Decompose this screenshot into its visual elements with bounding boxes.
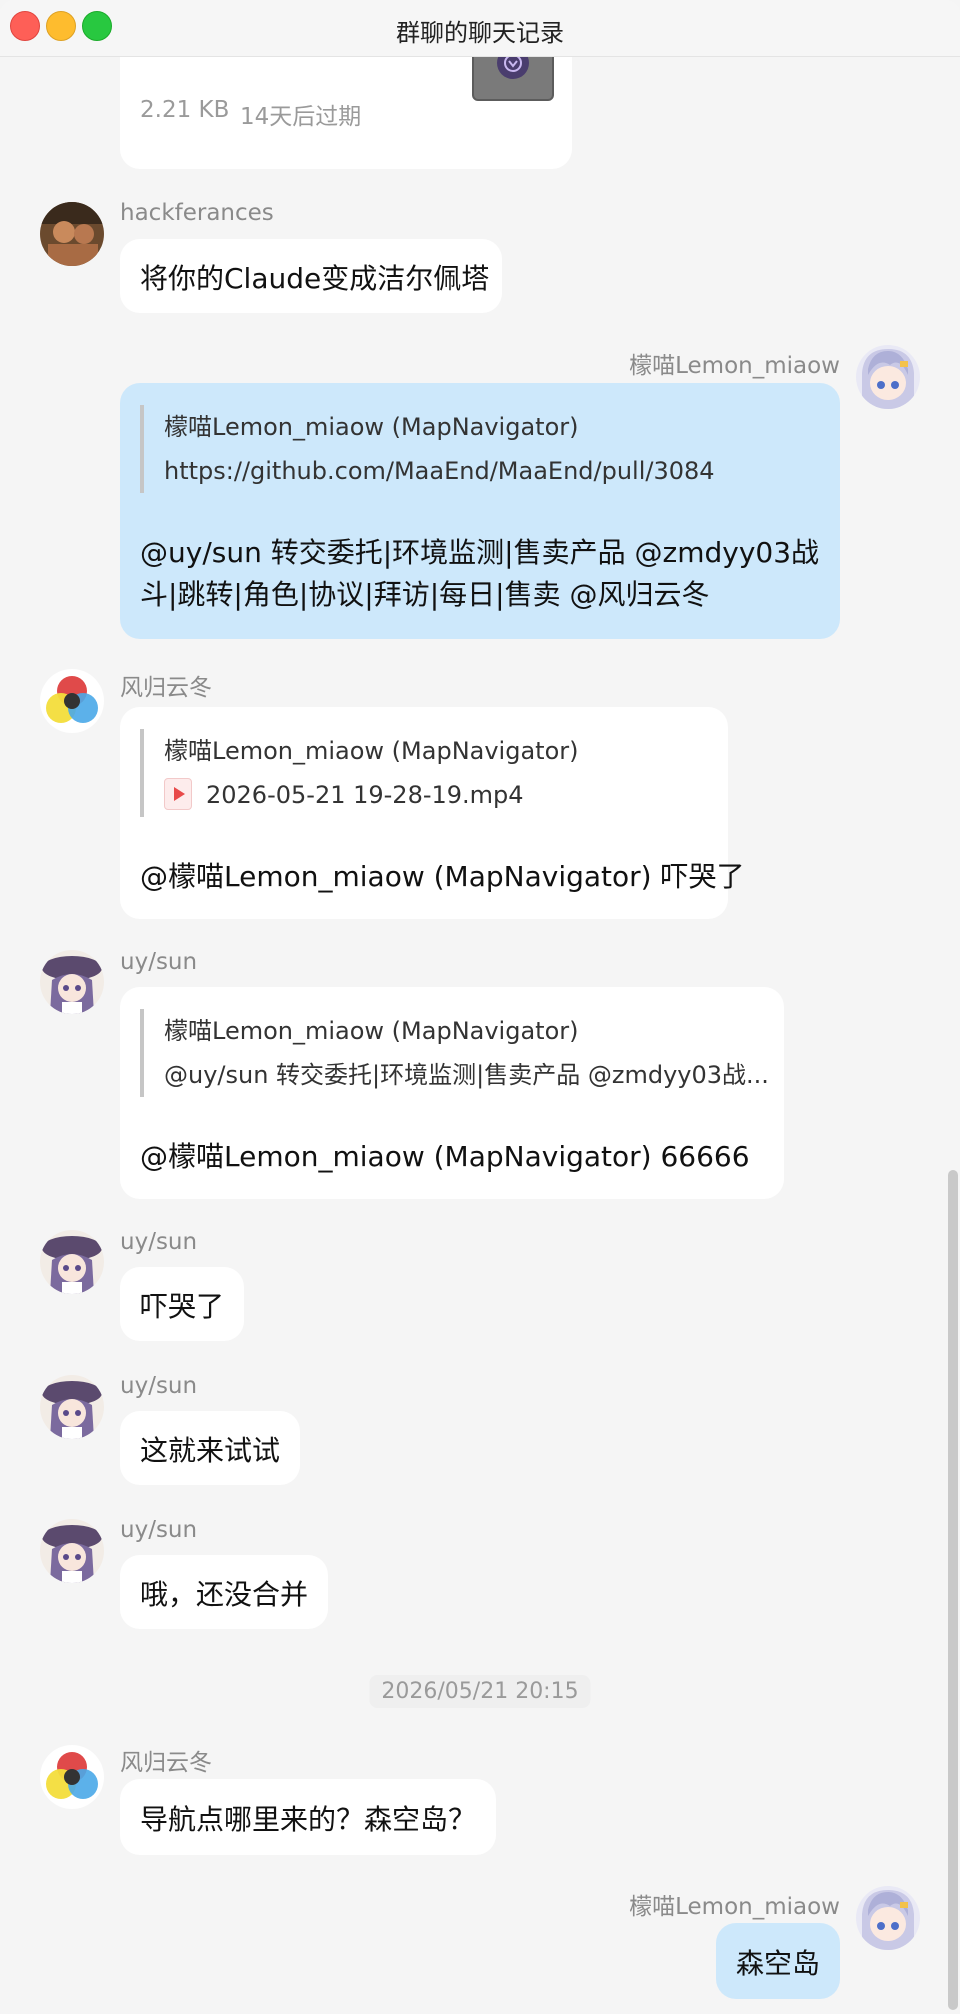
message-bubble[interactable]: 哦，还没合并 (120, 1555, 328, 1629)
scrollbar[interactable] (948, 1170, 958, 2010)
sender-name: hackferances (120, 200, 274, 226)
window-titlebar: 群聊的聊天记录 (0, 0, 960, 57)
window-title: 群聊的聊天记录 (396, 19, 564, 47)
message-text: 这就来试试 (140, 1434, 281, 1467)
avatar-hackferances[interactable] (40, 202, 104, 266)
message-bubble[interactable]: 檬喵Lemon_miaow (MapNavigator) https://git… (120, 383, 840, 639)
avatar-uy-sun[interactable] (40, 1230, 104, 1294)
quoted-video-file[interactable]: 2026-05-21 19-28-19.mp4 (164, 773, 579, 817)
sender-name: uy/sun (120, 949, 198, 975)
sender-name: 风归云冬 (120, 1750, 212, 1776)
quote-link[interactable]: https://github.com/MaaEnd/MaaEnd/pull/30… (164, 449, 715, 493)
message-text-line: 斗|跳转|角色|协议|拜访|每日|售卖 @风归云冬 (140, 578, 710, 611)
file-size: 2.21 KB (140, 97, 230, 123)
message-text: @檬喵Lemon_miaow (MapNavigator) 66666 (140, 1140, 750, 1173)
message-text: 吓哭了 (140, 1290, 225, 1323)
quote-author: 檬喵Lemon_miaow (MapNavigator) (164, 1017, 579, 1045)
file-expiry: 14天后过期 (240, 104, 362, 130)
message-bubble[interactable]: 这就来试试 (120, 1411, 300, 1485)
sender-name: 风归云冬 (120, 675, 212, 701)
video-file-icon (164, 778, 192, 810)
avatar-uy-sun[interactable] (40, 950, 104, 1014)
message-bubble[interactable]: 导航点哪里来的？森空岛？ (120, 1779, 496, 1855)
time-separator: 2026/05/21 20:15 (369, 1675, 591, 1708)
video-file-name: 2026-05-21 19-28-19.mp4 (206, 781, 524, 809)
message-text: 哦，还没合并 (140, 1578, 309, 1611)
message-bubble[interactable]: 森空岛 (716, 1923, 840, 1999)
avatar-fenggui-yundong[interactable] (40, 669, 104, 733)
message-text-line: @uy/sun 转交委托|环境监测|售卖产品 @zmdyy03战 (140, 536, 820, 569)
message-text: @檬喵Lemon_miaow (MapNavigator) 吓哭了 (140, 860, 745, 893)
message-bubble[interactable]: 吓哭了 (120, 1267, 244, 1341)
quoted-message[interactable]: 檬喵Lemon_miaow (MapNavigator) @uy/sun 转交委… (140, 1009, 769, 1097)
chat-history-list[interactable]: 2.21 KB 14天后过期 hackferances 将你的Claude变成洁… (0, 57, 960, 2014)
quote-author: 檬喵Lemon_miaow (MapNavigator) (164, 413, 579, 441)
sender-name: 檬喵Lemon_miaow (629, 1894, 840, 1920)
message-text: 森空岛 (736, 1947, 821, 1980)
message-text: 将你的Claude变成洁尔佩塔 (140, 262, 490, 295)
sender-name: 檬喵Lemon_miaow (629, 353, 840, 379)
quoted-message[interactable]: 檬喵Lemon_miaow (MapNavigator) https://git… (140, 405, 715, 493)
avatar-lemon-miaow[interactable] (856, 345, 920, 409)
avatar-uy-sun[interactable] (40, 1519, 104, 1583)
file-card[interactable]: 2.21 KB 14天后过期 (120, 57, 572, 169)
avatar-lemon-miaow[interactable] (856, 1886, 920, 1950)
quote-text: @uy/sun 转交委托|环境监测|售卖产品 @zmdyy03战... (164, 1061, 769, 1089)
sender-name: uy/sun (120, 1373, 198, 1399)
quoted-message[interactable]: 檬喵Lemon_miaow (MapNavigator) 2026-05-21 … (140, 729, 579, 817)
message-text: 导航点哪里来的？森空岛？ (140, 1803, 477, 1836)
quote-author: 檬喵Lemon_miaow (MapNavigator) (164, 737, 579, 765)
avatar-fenggui-yundong[interactable] (40, 1745, 104, 1809)
message-bubble[interactable]: 将你的Claude变成洁尔佩塔 (120, 239, 502, 313)
file-thumbnail-icon (472, 57, 554, 101)
message-bubble[interactable]: 檬喵Lemon_miaow (MapNavigator) @uy/sun 转交委… (120, 987, 784, 1199)
sender-name: uy/sun (120, 1517, 198, 1543)
sender-name: uy/sun (120, 1229, 198, 1255)
avatar-uy-sun[interactable] (40, 1375, 104, 1439)
message-bubble[interactable]: 檬喵Lemon_miaow (MapNavigator) 2026-05-21 … (120, 707, 744, 919)
